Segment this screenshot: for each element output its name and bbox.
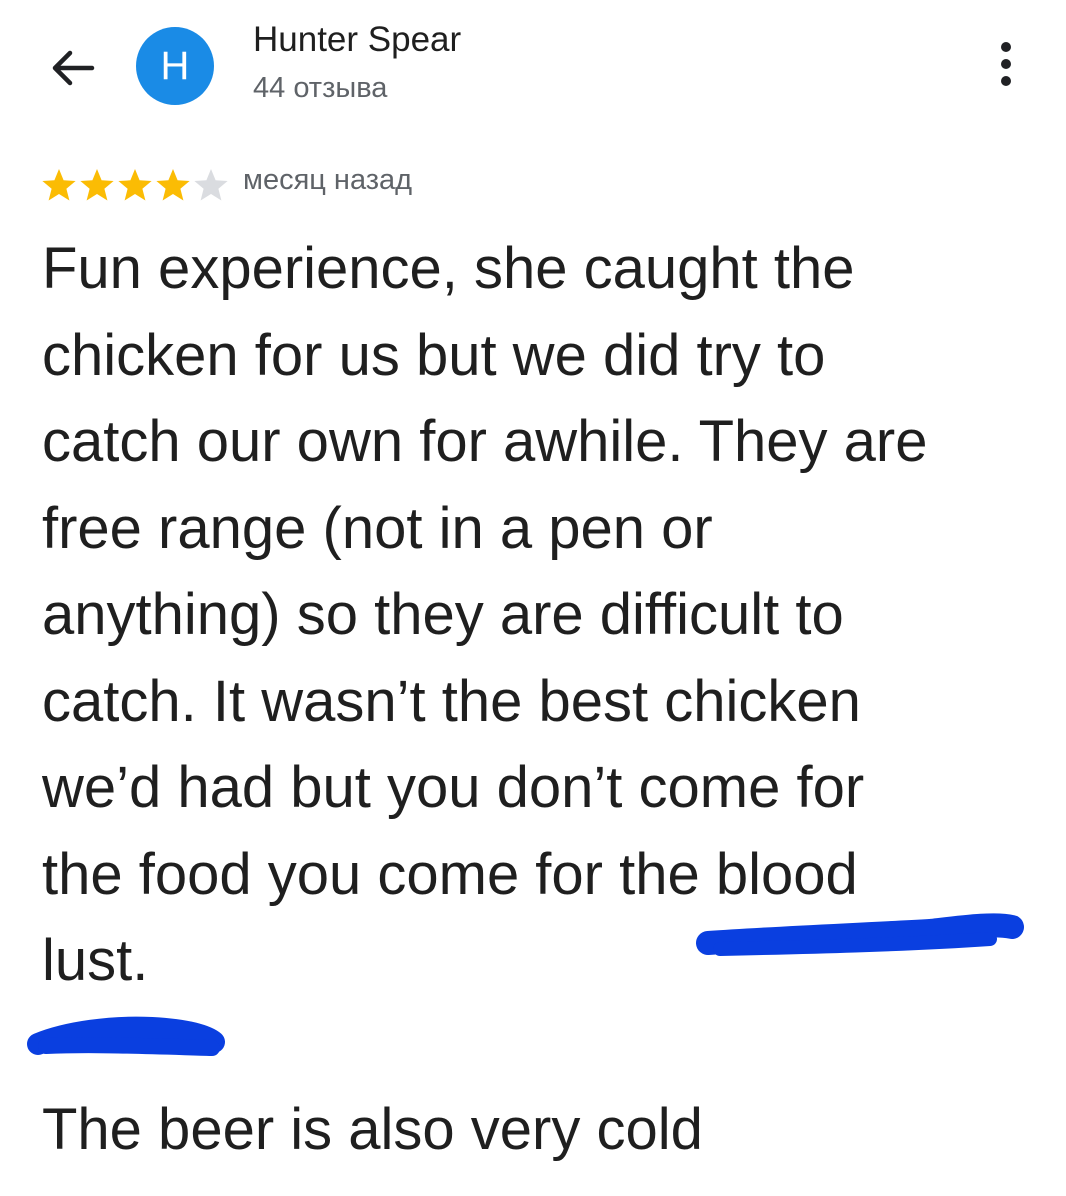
more-options-button[interactable] [984, 38, 1028, 90]
review-text-line: Fun experience, she caught the [42, 236, 855, 301]
more-vertical-icon [1001, 42, 1011, 52]
star-filled-icon [42, 169, 76, 201]
star-filled-icon [156, 169, 190, 201]
more-vertical-icon-dot [1001, 59, 1011, 69]
back-button[interactable] [44, 40, 100, 96]
avatar[interactable]: H [136, 27, 214, 105]
more-vertical-icon-dot [1001, 76, 1011, 86]
review-text-line: chicken for us but we did try to [42, 322, 826, 388]
underline-mark-blood [696, 913, 1024, 956]
review-text-line: catch our own for awhile. They are [42, 409, 928, 474]
review-text-line: we’d had but you don’t come for [42, 755, 865, 820]
star-empty-icon [194, 169, 228, 201]
author-name[interactable]: Hunter Spear [253, 20, 461, 60]
review-text-line: anything) so they are difficult to [42, 582, 844, 647]
review-date: месяц назад [243, 164, 413, 196]
star-filled-icon [80, 169, 114, 201]
underline-mark-lust [27, 1016, 225, 1056]
star-filled-icon [118, 169, 152, 201]
star-rating [40, 167, 230, 203]
arrow-back-icon [52, 50, 95, 86]
review-text: Fun experience, she caught the chicken f… [42, 226, 1042, 1005]
avatar-letter: H [160, 43, 190, 88]
review-count: 44 отзыва [253, 72, 388, 104]
review-text-line: free range (not in a pen or [42, 495, 713, 561]
review-text-addendum: The beer is also very cold [42, 1097, 703, 1162]
review-text-line: catch. It wasn’t the best chicken [42, 668, 861, 734]
